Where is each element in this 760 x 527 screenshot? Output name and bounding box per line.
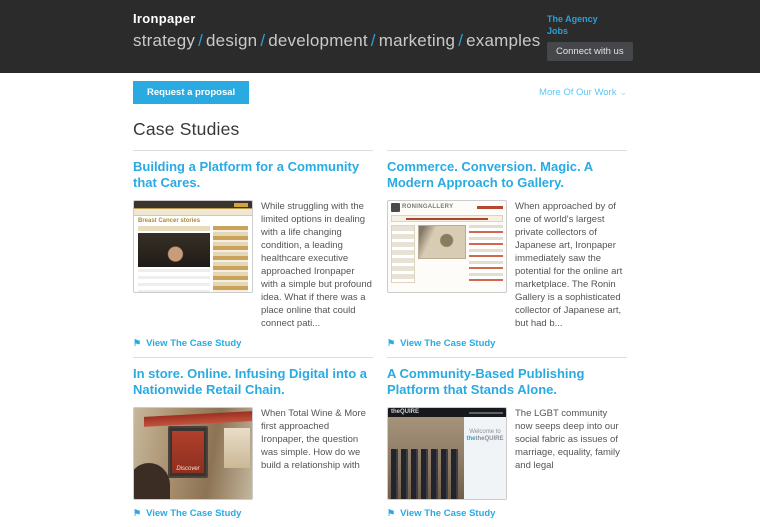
thumb-welcome-strip [391,215,503,222]
thumb-choir-silhouettes [391,449,461,500]
thumb-artwork-image [418,225,466,259]
case-thumbnail-retail-store-photo[interactable]: Discover [133,407,253,500]
view-case-study-label: View The Case Study [400,508,495,519]
thumb-welcome-panel: Welcome to thetheQUIRE [464,417,506,500]
site-header: Ironpaper strategy/design/development/ma… [0,0,760,73]
thumb-red-awning [144,411,252,427]
case-study-card: Building a Platform for a Community that… [133,150,373,357]
request-proposal-button[interactable]: Request a proposal [133,81,249,104]
case-study-excerpt: While struggling with the limited option… [261,200,373,330]
thumb-sidebar-list [213,226,248,293]
thumb-nav-menu [469,412,503,414]
thumb-welcome-sitename: thetheQUIRE [464,436,506,443]
case-study-excerpt: The LGBT community now seeps deep into o… [515,407,627,500]
connect-with-us-button[interactable]: Connect with us [547,42,633,61]
thumb-gallery-links [477,206,503,209]
case-thumbnail-ronin-gallery[interactable]: RONINGALLERY [387,200,507,293]
thumb-filter-sidebar [391,225,415,283]
thumb-post-bar [138,226,210,231]
nav-item-design[interactable]: design [206,31,257,50]
thumb-logo-dot: the [466,436,475,442]
nav-separator: / [260,31,265,50]
thumb-kiosk-screen: Discover [168,426,208,478]
chevron-down-icon: ⌄ [619,87,627,97]
nav-separator: / [198,31,203,50]
case-study-grid: Building a Platform for a Community that… [133,150,627,527]
view-case-study-label: View The Case Study [400,338,495,349]
header-links: The Agency Jobs Connect with us [547,13,637,61]
case-study-title[interactable]: Building a Platform for a Community that… [133,159,373,191]
thumb-header-badge [234,203,248,207]
thumb-gallery-name: RONINGALLERY [402,204,453,211]
view-case-study-label: View The Case Study [146,508,241,519]
nav-separator: / [371,31,376,50]
case-study-card: In store. Online. Infusing Digital into … [133,357,373,527]
nav-item-marketing[interactable]: marketing [379,31,455,50]
view-case-study-link[interactable]: ⚑ View The Case Study [387,338,627,349]
jobs-link[interactable]: Jobs [547,25,637,37]
case-study-card: A Community-Based Publishing Platform th… [387,357,627,527]
thumb-gallery-logo [391,203,400,212]
case-study-title[interactable]: In store. Online. Infusing Digital into … [133,366,373,398]
case-study-card: Commerce. Conversion. Magic. A Modern Ap… [387,150,627,357]
thumb-video-still [138,233,210,267]
agency-link[interactable]: The Agency [547,13,637,25]
case-thumbnail-healthcare-site[interactable]: Breast Cancer stories [133,200,253,293]
nav-item-strategy[interactable]: strategy [133,31,195,50]
thumb-detail-column [469,225,503,281]
thumb-comment-rows [138,269,210,293]
nav-item-development[interactable]: development [268,31,368,50]
thumb-site-heading: Breast Cancer stories [134,216,252,226]
thumb-site-logo: theQUIRE [391,409,419,416]
nav-separator: / [458,31,463,50]
more-of-our-work-link[interactable]: More Of Our Work⌄ [539,87,627,98]
case-study-excerpt: When Total Wine & More first approached … [261,407,373,500]
topbar: Request a proposal More Of Our Work⌄ [133,81,627,104]
case-study-title[interactable]: Commerce. Conversion. Magic. A Modern Ap… [387,159,627,191]
flag-icon: ⚑ [133,338,141,348]
thumb-welcome-text: Welcome to [464,429,506,436]
view-case-study-link[interactable]: ⚑ View The Case Study [387,508,627,519]
thumb-person-silhouette [133,463,170,500]
main-content: Request a proposal More Of Our Work⌄ Cas… [133,81,627,527]
case-study-excerpt: When approached by of one of world's lar… [515,200,627,330]
flag-icon: ⚑ [387,508,395,518]
thumb-kiosk-text: Discover [172,431,204,473]
thumb-store-window [224,428,250,468]
thumb-dark-navbar: theQUIRE [388,408,506,417]
view-case-study-link[interactable]: ⚑ View The Case Study [133,508,373,519]
thumb-group-photo [388,417,464,500]
page-title: Case Studies [133,119,627,140]
flag-icon: ⚑ [387,338,395,348]
view-case-study-label: View The Case Study [146,338,241,349]
case-study-title[interactable]: A Community-Based Publishing Platform th… [387,366,627,398]
view-case-study-link[interactable]: ⚑ View The Case Study [133,338,373,349]
case-thumbnail-publishing-site[interactable]: theQUIRE Welcome to thetheQUIRE [387,407,507,500]
nav-item-examples[interactable]: examples [466,31,540,50]
more-of-our-work-label: More Of Our Work [539,87,616,98]
thumb-nav-strip [134,209,252,216]
flag-icon: ⚑ [133,508,141,518]
thumb-header-bar [134,201,252,209]
